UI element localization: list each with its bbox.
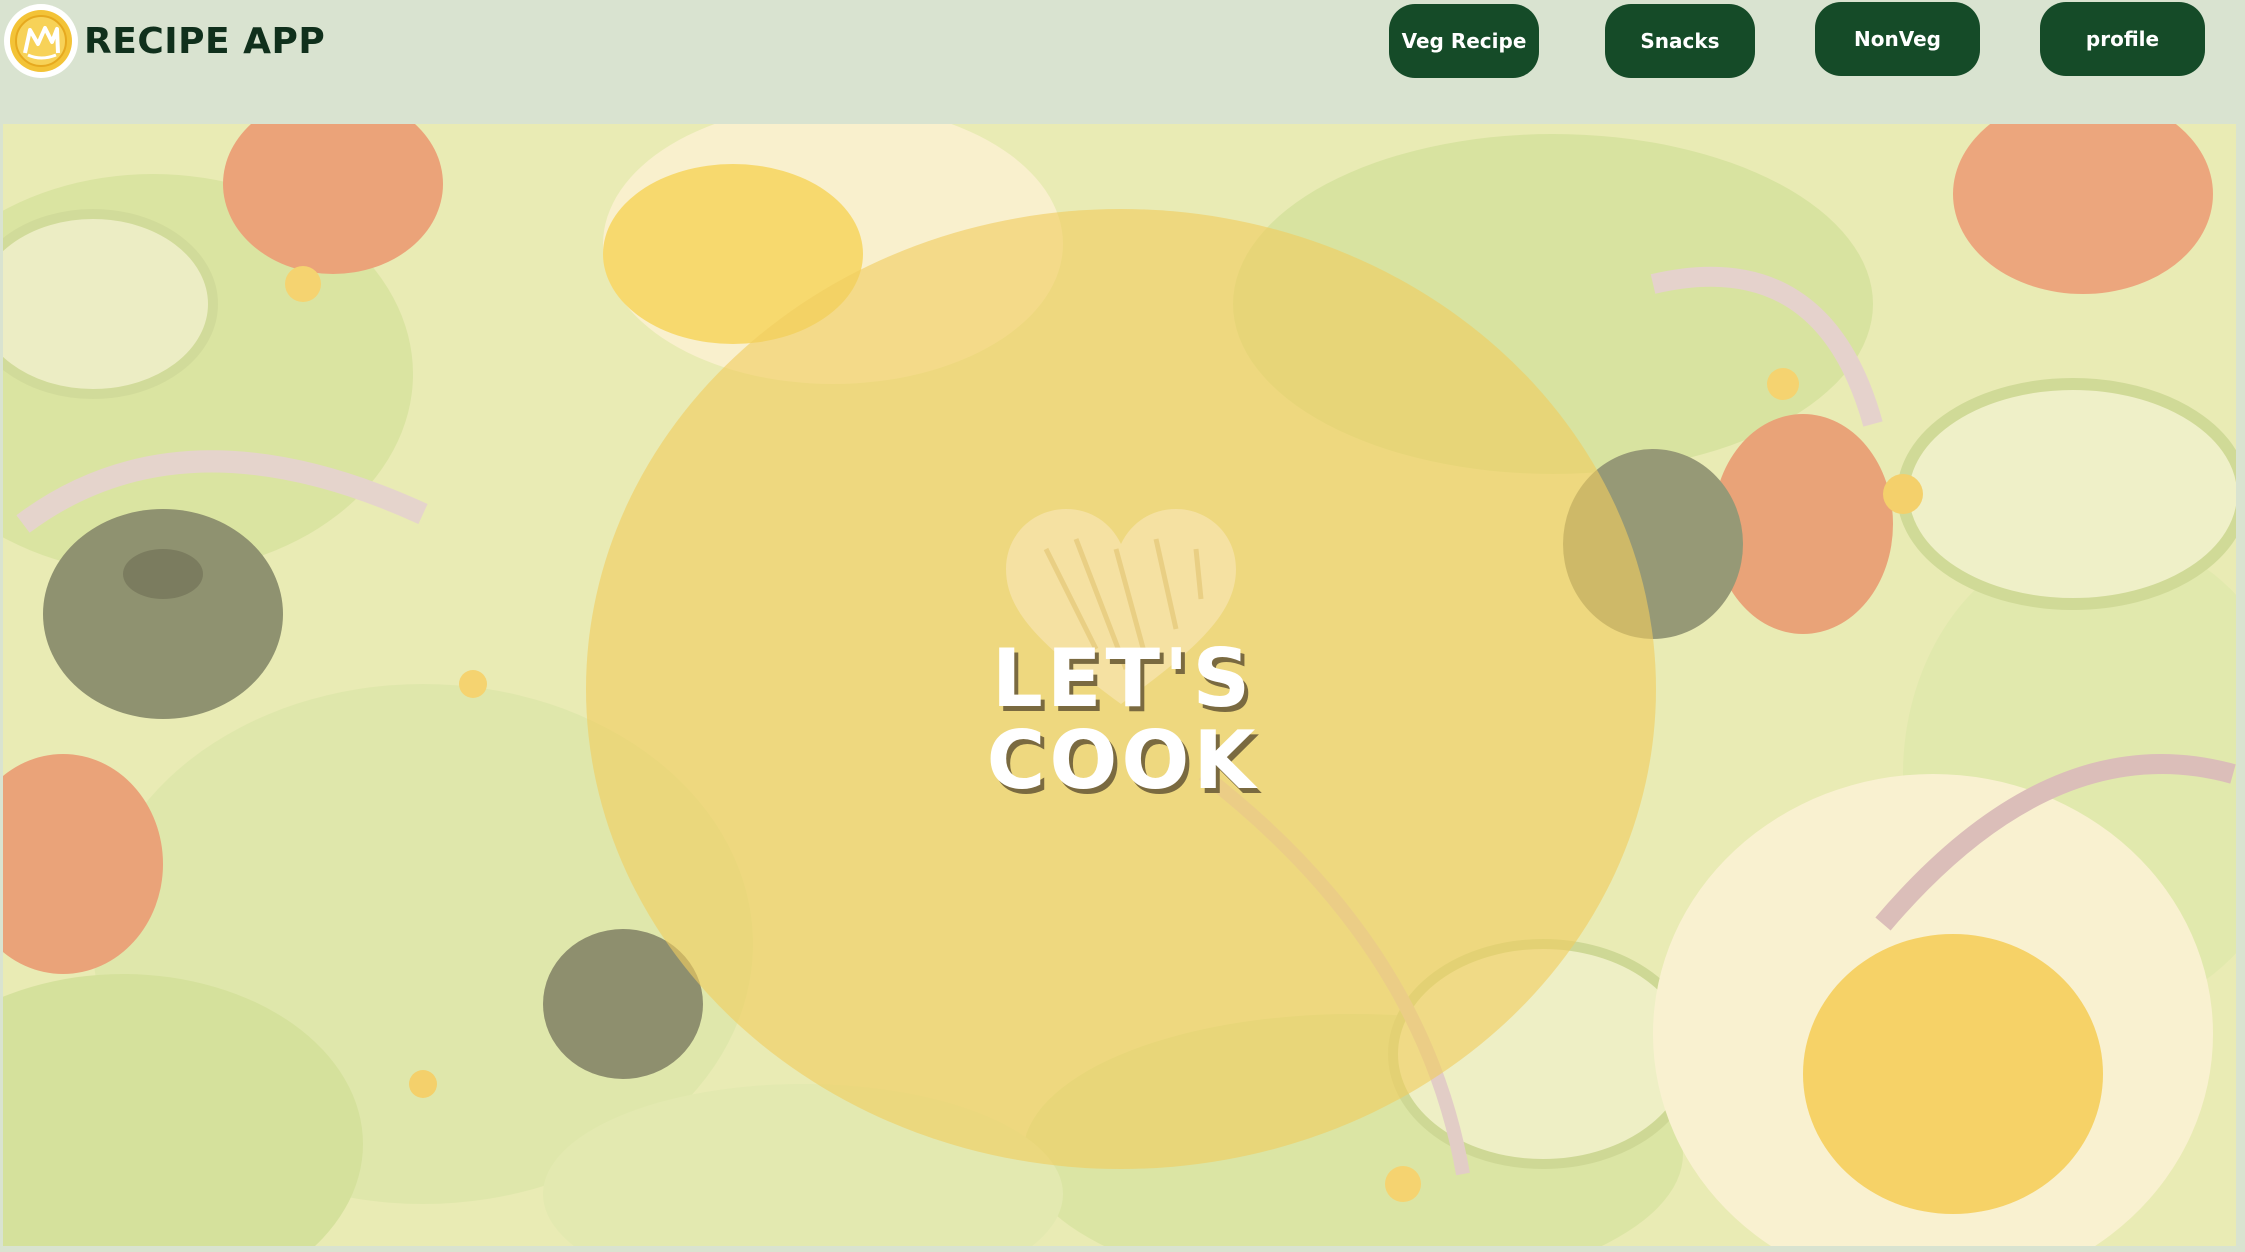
emblem-line-2: COOK xyxy=(986,714,1260,807)
emblem-line-1: LET'S xyxy=(991,632,1255,725)
brand[interactable]: RECIPE APP xyxy=(4,4,325,78)
top-navbar: RECIPE APP Veg Recipe Snacks NonVeg prof… xyxy=(0,0,2245,124)
lets-cook-text: LET'S COOK xyxy=(873,638,1373,802)
hero-banner: LET'S COOK xyxy=(3,124,2236,1246)
veg-recipe-button[interactable]: Veg Recipe xyxy=(1389,4,1539,78)
app-title: RECIPE APP xyxy=(84,20,326,62)
snacks-button[interactable]: Snacks xyxy=(1605,4,1755,78)
chef-logo-icon xyxy=(4,4,78,78)
nonveg-button[interactable]: NonVeg xyxy=(1815,2,1980,76)
profile-button[interactable]: profile xyxy=(2040,2,2205,76)
